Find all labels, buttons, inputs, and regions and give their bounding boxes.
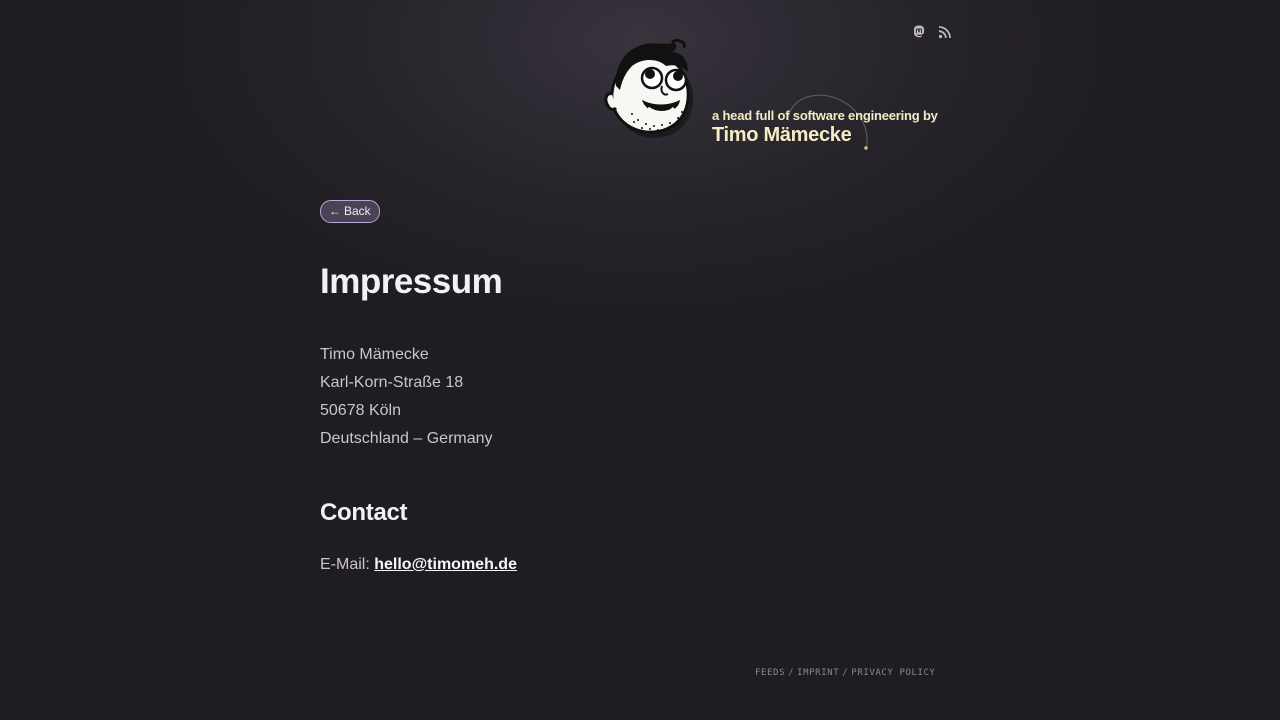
site-tagline: a head full of software engineering by T… [712,108,938,147]
author-name[interactable]: Timo Mämecke [712,124,938,147]
footer-link-feeds[interactable]: FEEDS [755,668,785,678]
footer-separator: / [842,668,849,678]
page-title: Impressum [320,262,503,301]
address-street: Karl-Korn-Straße 18 [320,374,464,391]
address-city: 50678 Köln [320,402,401,419]
email-link[interactable]: hello@timomeh.de [374,556,517,573]
footer-separator: / [788,668,795,678]
tagline-text: a head full of software engineering by [712,108,938,123]
footer-link-imprint[interactable]: IMPRINT [797,668,839,678]
back-label: Back [344,204,371,218]
email-line: E-Mail: hello@timomeh.de [320,556,517,574]
back-button[interactable]: ← Back [320,200,380,223]
footer-link-privacy-policy[interactable]: PRIVACY POLICY [851,668,935,678]
header-icons [911,24,953,40]
arrow-left-icon: ← [329,204,341,218]
contact-heading: Contact [320,499,408,526]
email-label: E-Mail: [320,556,370,573]
footer-nav: FEEDS / IMPRINT / PRIVACY POLICY [755,668,936,678]
address-name: Timo Mämecke [320,346,429,363]
rss-icon[interactable] [937,24,953,40]
address-country: Deutschland – Germany [320,430,493,447]
mastodon-icon[interactable] [911,24,927,40]
avatar-illustration[interactable] [602,38,698,139]
address-block: Timo Mämecke Karl-Korn-Straße 18 50678 K… [320,341,493,453]
